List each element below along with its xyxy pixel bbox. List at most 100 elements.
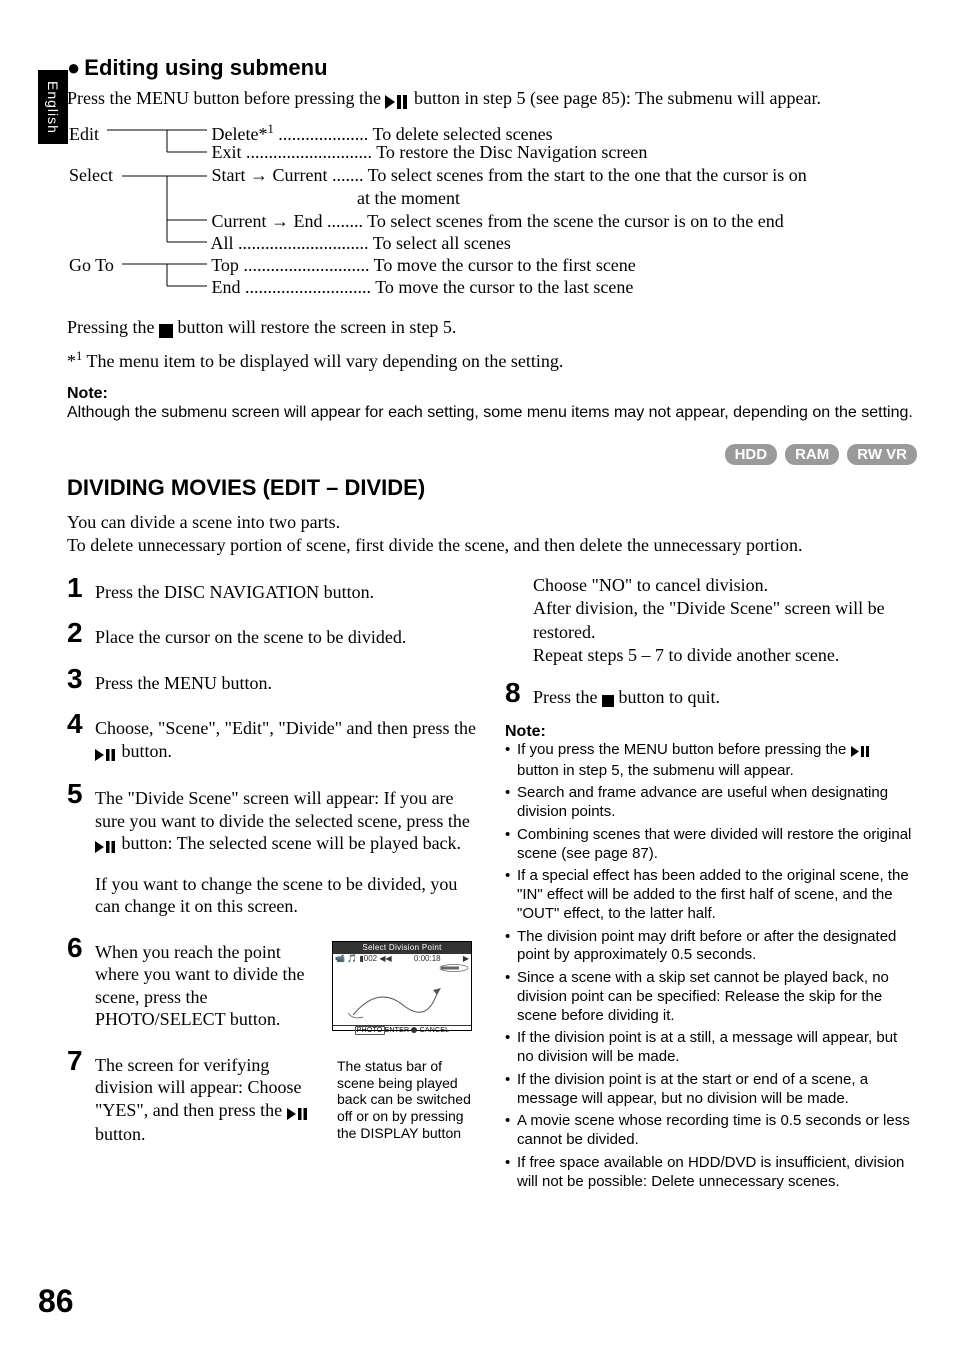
- note-body: Although the submenu screen will appear …: [67, 403, 917, 424]
- step-body-8: Press the button to quit.: [533, 679, 720, 711]
- right-top-line2: Repeat steps 5 – 7 to divide another sce…: [533, 644, 915, 667]
- tree-dots: ........: [327, 211, 363, 231]
- step7-text: The screen for verifying division will a…: [95, 1054, 329, 1146]
- tree-select-item1-label: Current → End: [212, 211, 323, 231]
- step-num-5: 5: [67, 780, 89, 808]
- bar-icon: [439, 964, 469, 975]
- note-item-5: Since a scene with a skip set cannot be …: [505, 969, 915, 1025]
- note-item-2: Combining scenes that were divided will …: [505, 826, 915, 864]
- tree-goto-item0-desc: To move the cursor to the first scene: [374, 255, 636, 275]
- step-5: 5 The "Divide Scene" screen will appear:…: [67, 780, 477, 918]
- right-top-line1: After division, the "Divide Scene" scree…: [533, 597, 915, 644]
- stop-icon: [159, 318, 173, 341]
- tree-dots: ............................: [243, 255, 369, 275]
- right-top-block: Choose "NO" to cancel division. After di…: [533, 574, 915, 668]
- tree-dots: .............................: [238, 233, 369, 253]
- right-top-line0: Choose "NO" to cancel division.: [533, 574, 915, 597]
- section1-after-tree: Pressing the button will restore the scr…: [67, 316, 917, 341]
- tree-dots: .......: [332, 165, 364, 185]
- tree-select-item0-label: Start → Current: [212, 165, 328, 185]
- intro-part1: Press the MENU button before pressing th…: [67, 88, 385, 108]
- page-content: Editing using submenu Press the MENU but…: [67, 55, 917, 1195]
- figure-box: Select Division Point 📹 🎵 ▮002 ◀◀ 0:00:1…: [332, 941, 472, 1031]
- section2-intro: You can divide a scene into two parts. T…: [67, 511, 917, 558]
- step-num-6: 6: [67, 934, 89, 962]
- badge-row: HDD RAM RW VR: [67, 444, 917, 465]
- note-item-1: Search and frame advance are useful when…: [505, 784, 915, 822]
- step-num-8: 8: [505, 679, 527, 707]
- step-3: 3 Press the MENU button.: [67, 665, 477, 695]
- badge-ram: RAM: [785, 444, 839, 465]
- play-pause-icon: [385, 89, 409, 112]
- right-notes-list: If you press the MENU button before pres…: [505, 741, 915, 1192]
- step-8: 8 Press the button to quit.: [505, 679, 915, 711]
- after-tree-part1: Pressing the: [67, 317, 159, 337]
- section1-footnote: *1 The menu item to be displayed will va…: [67, 348, 917, 373]
- step5-extra: If you want to change the scene to be di…: [95, 874, 457, 917]
- badge-rwvr: RW VR: [847, 444, 917, 465]
- tree-goto-item1-desc: To move the cursor to the last scene: [375, 277, 633, 297]
- note-item-0: If you press the MENU button before pres…: [505, 741, 915, 781]
- note-item-8: A movie scene whose recording time is 0.…: [505, 1112, 915, 1150]
- play-pause-icon: [287, 1101, 309, 1124]
- left-column: 1 Press the DISC NAVIGATION button. 2 Pl…: [67, 574, 477, 1196]
- tree-select-item1-desc: To select scenes from the scene the curs…: [367, 211, 784, 231]
- note-item-7: If the division point is at the start or…: [505, 1071, 915, 1109]
- note-heading: Note:: [67, 385, 917, 403]
- two-col-layout: 1 Press the DISC NAVIGATION button. 2 Pl…: [67, 574, 917, 1196]
- tree-select-item2-desc: To select all scenes: [373, 233, 511, 253]
- section2-heading: DIVIDING MOVIES (EDIT – DIVIDE): [67, 475, 917, 501]
- step-num-3: 3: [67, 665, 89, 693]
- note-item-3: If a special effect has been added to th…: [505, 867, 915, 923]
- step-body-4: Choose, "Scene", "Edit", "Divide" and th…: [95, 710, 477, 764]
- note-item-4: The division point may drift before or a…: [505, 928, 915, 966]
- step-body-6: When you reach the point where you want …: [95, 934, 477, 1031]
- step6-text: When you reach the point where you want …: [95, 941, 324, 1031]
- tree-dots: ............................: [245, 277, 371, 297]
- tree-goto-root: Go To: [67, 254, 207, 277]
- step-6: 6 When you reach the point where you wan…: [67, 934, 477, 1031]
- step-num-7: 7: [67, 1047, 89, 1075]
- note-item-6: If the division point is at a still, a m…: [505, 1029, 915, 1067]
- step-body-5: The "Divide Scene" screen will appear: I…: [95, 780, 477, 918]
- figure-title: Select Division Point: [333, 942, 471, 954]
- tree-select-item0-desc-l1: To select scenes from the start to the o…: [368, 165, 807, 185]
- tree-select-item0-desc-l2: at the moment: [357, 188, 460, 208]
- step-num-4: 4: [67, 710, 89, 738]
- right-note-heading: Note:: [505, 723, 915, 741]
- language-tab: English: [38, 70, 68, 144]
- step-num-2: 2: [67, 619, 89, 647]
- play-pause-icon: [851, 743, 871, 762]
- step6-figure: Select Division Point 📹 🎵 ▮002 ◀◀ 0:00:1…: [332, 941, 477, 1031]
- figure-timecode: 0:00:18: [414, 954, 441, 964]
- figure-caption: The status bar of scene being played bac…: [337, 1058, 477, 1142]
- step-body-7: The screen for verifying division will a…: [95, 1047, 477, 1146]
- section1-heading: Editing using submenu: [67, 55, 917, 81]
- tree-goto-item1-label: End: [212, 277, 241, 297]
- play-pause-icon: [95, 742, 117, 765]
- tree-edit-item1-label: Exit: [212, 142, 242, 162]
- note-item-9: If free space available on HDD/DVD is in…: [505, 1154, 915, 1192]
- after-tree-part2: button will restore the screen in step 5…: [178, 317, 457, 337]
- step-1: 1 Press the DISC NAVIGATION button.: [67, 574, 477, 604]
- play-pause-icon: [95, 834, 117, 857]
- stop-icon: [602, 688, 614, 711]
- figure-left-icons: 📹 🎵 ▮002 ◀◀: [335, 954, 392, 964]
- intro-part2: button in step 5 (see page 85): The subm…: [414, 88, 821, 108]
- step-7: 7 The screen for verifying division will…: [67, 1047, 477, 1146]
- figure-bottom: PHOTOENTER CANCEL: [333, 1025, 471, 1037]
- step-body-3: Press the MENU button.: [95, 665, 272, 695]
- tree-dots: ............................: [246, 142, 372, 162]
- tree-select-root: Select: [67, 164, 207, 187]
- step-4: 4 Choose, "Scene", "Edit", "Divide" and …: [67, 710, 477, 764]
- section1-intro: Press the MENU button before pressing th…: [67, 87, 917, 112]
- tree-select-item2-label: All: [211, 233, 234, 253]
- step-body-1: Press the DISC NAVIGATION button.: [95, 574, 374, 604]
- page-number: 86: [38, 1283, 74, 1320]
- right-column: Choose "NO" to cancel division. After di…: [505, 574, 915, 1196]
- tree-edit-item1-desc: To restore the Disc Navigation screen: [376, 142, 647, 162]
- section1-heading-text: Editing using submenu: [84, 55, 327, 80]
- menu-tree: Edit Delete*1 .................... To de…: [67, 118, 917, 288]
- step-body-2: Place the cursor on the scene to be divi…: [95, 619, 406, 649]
- step-2: 2 Place the cursor on the scene to be di…: [67, 619, 477, 649]
